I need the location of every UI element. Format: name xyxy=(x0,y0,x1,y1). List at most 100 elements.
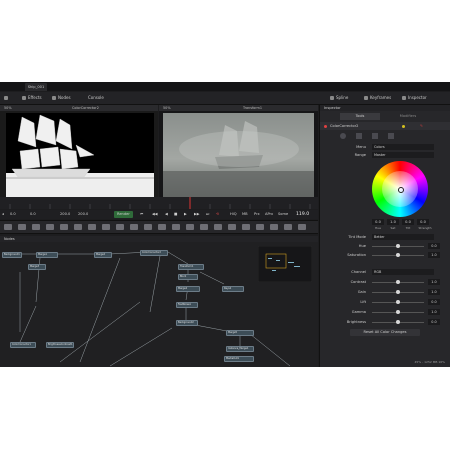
gain-value[interactable]: 1.0 xyxy=(428,289,440,295)
nodes-button[interactable]: Nodes xyxy=(52,94,71,102)
auto-proxy-toggle[interactable]: APrx xyxy=(265,210,273,219)
node-navigator[interactable] xyxy=(258,246,312,282)
composition-tab[interactable]: Ship_001 xyxy=(25,83,47,91)
play-icon[interactable]: ▶ xyxy=(184,210,187,219)
node-tools-toolbar xyxy=(0,220,318,234)
tab-modifiers[interactable]: Modifiers xyxy=(388,113,428,120)
composition-tab-bar: Ship_001 xyxy=(0,82,450,91)
global-end-field[interactable]: 200.0 xyxy=(78,210,88,219)
node-merge5[interactable]: Merge5 xyxy=(226,330,254,336)
window-toggle-button[interactable] xyxy=(4,94,10,102)
viewer1-image xyxy=(0,111,158,197)
render-end-field[interactable]: 200.0 xyxy=(60,210,70,219)
node-fastnoise1[interactable]: FastNoise1 xyxy=(176,302,198,308)
node-merge1[interactable]: Merge1 xyxy=(36,252,58,258)
brightness-slider-knob[interactable] xyxy=(396,320,400,324)
reset-all-color-changes-button[interactable]: Reset All Color Changes xyxy=(350,329,420,336)
gain-slider-knob[interactable] xyxy=(396,290,400,294)
step-back-icon[interactable]: ◀◀ xyxy=(152,210,158,219)
loop-icon[interactable]: ⟲ xyxy=(216,210,219,219)
wheel-tilt-value[interactable]: 0.0 xyxy=(402,219,414,225)
node-brightnesscontrast1[interactable]: BrightnessContrast1 xyxy=(46,342,74,348)
viewer2-image xyxy=(163,113,314,197)
color-wheel-pointer[interactable] xyxy=(398,187,404,193)
viewer1[interactable] xyxy=(0,111,158,197)
node-merge2[interactable]: Merge2 xyxy=(94,252,112,258)
spline-button[interactable]: Spline xyxy=(330,94,348,102)
tool-header[interactable]: ColorCorrector2 ✎ xyxy=(320,122,450,130)
node-merge3[interactable]: Merge3 xyxy=(28,264,46,270)
go-to-end-icon[interactable]: ⏭ xyxy=(206,210,209,219)
node-rays1[interactable]: Rays1 xyxy=(222,286,244,292)
gamma-slider-knob[interactable] xyxy=(396,310,400,314)
options-section-icon[interactable] xyxy=(372,133,378,139)
node-background1[interactable]: Background1 xyxy=(2,252,22,258)
current-frame-field[interactable]: 119.0 xyxy=(296,210,309,219)
node-graph[interactable]: Background1 Merge1 Merge2 Merge3 ColorCo… xyxy=(0,242,318,367)
node-blur1[interactable]: Blur1 xyxy=(178,274,198,280)
hue-slider-knob[interactable] xyxy=(396,244,400,248)
node-background2[interactable]: Background2 xyxy=(176,320,198,326)
contrast-value[interactable]: 1.0 xyxy=(428,279,440,285)
node-merge4[interactable]: Merge4 xyxy=(176,286,200,292)
node-colorcorrector1[interactable]: ColorCorrector1 xyxy=(10,342,36,348)
hue-row: Hue 0.0 xyxy=(320,242,450,250)
timeline-ruler[interactable] xyxy=(0,197,318,209)
proxy-toggle[interactable]: Prx xyxy=(254,210,260,219)
play-reverse-icon[interactable]: ◀ xyxy=(165,210,168,219)
tool-settings-icon[interactable]: ✎ xyxy=(420,122,423,130)
step-forward-icon[interactable]: ▶▶ xyxy=(194,210,200,219)
saturation-slider[interactable] xyxy=(372,253,424,257)
wheel-sat-value[interactable]: 1.0 xyxy=(387,219,399,225)
color-section-icon[interactable] xyxy=(340,133,346,139)
lift-value[interactable]: 0.0 xyxy=(428,299,440,305)
brightness-slider[interactable] xyxy=(372,320,424,324)
contrast-slider[interactable] xyxy=(372,280,424,284)
stop-icon[interactable]: ■ xyxy=(174,210,177,219)
wheel-hue-label: Hue xyxy=(374,226,381,230)
brightness-row: Brightness 0.0 xyxy=(320,318,450,326)
node-instance-merge1[interactable]: Instance_Merge1 xyxy=(226,346,254,352)
hiq-toggle[interactable]: HiQ xyxy=(230,210,237,219)
node-transform1[interactable]: Transform1 xyxy=(178,264,204,270)
wheel-hue-value[interactable]: 0.0 xyxy=(372,219,384,225)
gamma-slider[interactable] xyxy=(372,310,424,314)
settings-section-icon[interactable] xyxy=(388,133,394,139)
tab-tools[interactable]: Tools xyxy=(340,113,380,120)
tool-color-icon[interactable] xyxy=(402,124,405,128)
contrast-slider-knob[interactable] xyxy=(396,280,400,284)
saturation-slider-knob[interactable] xyxy=(396,253,400,257)
range-dropdown[interactable]: Master xyxy=(372,152,434,158)
hue-value[interactable]: 0.0 xyxy=(428,243,440,249)
color-wheel[interactable] xyxy=(372,161,428,217)
node-mediaout1[interactable]: MediaOut1 xyxy=(224,356,254,362)
render-button[interactable]: Render xyxy=(114,211,133,218)
tool-enable-icon[interactable] xyxy=(324,124,327,128)
channel-dropdown[interactable]: RGB xyxy=(372,269,434,275)
tint-mode-dropdown[interactable]: Better xyxy=(372,234,434,240)
effects-button[interactable]: Effects xyxy=(22,94,42,102)
node-colorcorrector2[interactable]: ColorCorrector2 xyxy=(140,250,168,256)
lift-slider[interactable] xyxy=(372,300,424,304)
gamma-value[interactable]: 1.0 xyxy=(428,309,440,315)
render-start-field[interactable]: 0.0 xyxy=(30,210,36,219)
motion-blur-toggle[interactable]: MB xyxy=(242,210,248,219)
levels-section-icon[interactable] xyxy=(356,133,362,139)
selective-update-toggle[interactable]: Some xyxy=(278,210,288,219)
console-button[interactable]: Console xyxy=(88,94,104,102)
hue-slider[interactable] xyxy=(372,244,424,248)
gain-slider[interactable] xyxy=(372,290,424,294)
previous-frame-icon[interactable]: ◂ xyxy=(2,210,4,219)
wheel-strength-value[interactable]: 0.0 xyxy=(417,219,429,225)
wheel-labels-row: Hue Sat Tilt Strength xyxy=(320,226,450,231)
lift-slider-knob[interactable] xyxy=(396,300,400,304)
brightness-value[interactable]: 0.0 xyxy=(428,319,440,325)
saturation-value[interactable]: 1.0 xyxy=(428,252,440,258)
viewer2[interactable] xyxy=(159,111,318,197)
go-to-start-icon[interactable]: ⏮ xyxy=(140,210,143,219)
keyframes-button[interactable]: Keyframes xyxy=(364,94,391,102)
global-start-field[interactable]: 0.0 xyxy=(10,210,16,219)
inspector-button[interactable]: Inspector xyxy=(402,94,427,102)
menu-dropdown[interactable]: Colors xyxy=(372,144,434,150)
tint-mode-row: Tint Mode Better xyxy=(320,233,450,241)
